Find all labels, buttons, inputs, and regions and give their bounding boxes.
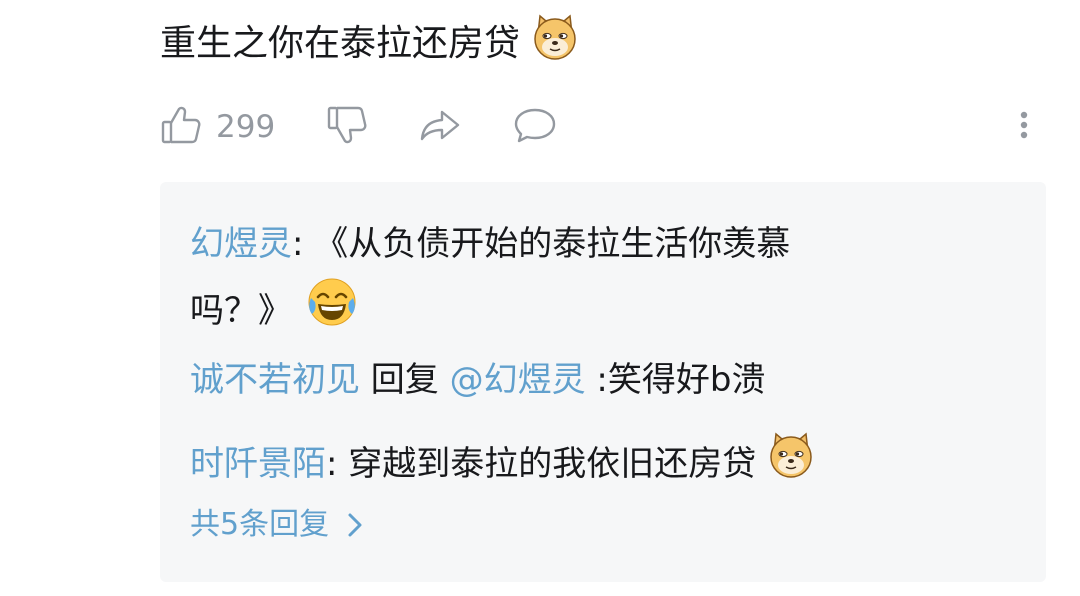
reply-separator: : bbox=[292, 224, 315, 264]
comment-body: 重生之你在泰拉还房贷 bbox=[160, 23, 521, 64]
reply-icon bbox=[512, 104, 558, 150]
reply-text-continued: 吗？》 bbox=[190, 290, 292, 331]
share-icon bbox=[418, 104, 462, 150]
reply-item: 诚不若初见 回复 @幻煜灵 :笑得好b溃 bbox=[190, 352, 765, 408]
reply-item-continued: 吗？》 bbox=[190, 276, 358, 345]
like-count: 299 bbox=[216, 109, 276, 145]
reply-text: :笑得好b溃 bbox=[585, 360, 766, 400]
reply-text: 穿越到泰拉的我依旧还房贷 bbox=[348, 443, 757, 484]
reply-item: 时阡景陌 : 穿越到泰拉的我依旧还房贷 bbox=[190, 430, 816, 497]
action-bar: 299 bbox=[160, 98, 1040, 156]
reply-word: 回复 bbox=[360, 360, 450, 400]
doge-emoji-icon bbox=[530, 12, 580, 76]
comment-text: 重生之你在泰拉还房贷 bbox=[160, 12, 580, 76]
dislike-button[interactable] bbox=[326, 98, 368, 156]
view-all-replies-link[interactable]: 共5条回复 bbox=[190, 500, 365, 550]
like-button[interactable]: 299 bbox=[160, 98, 275, 156]
view-all-replies-label: 共5条回复 bbox=[190, 507, 330, 542]
reply-mention[interactable]: @幻煜灵 bbox=[450, 352, 586, 408]
doge-emoji-icon bbox=[766, 430, 816, 497]
thumb-up-icon bbox=[160, 104, 202, 150]
share-button[interactable] bbox=[418, 98, 462, 156]
reply-item: 幻煜灵 : 《从负债开始的泰拉生活你羡慕 bbox=[190, 216, 790, 272]
reply-username[interactable]: 幻煜灵 bbox=[190, 216, 292, 272]
reply-username[interactable]: 诚不若初见 bbox=[190, 352, 360, 408]
reply-username[interactable]: 时阡景陌 bbox=[190, 436, 326, 492]
thumb-down-icon bbox=[326, 104, 368, 150]
chevron-right-icon bbox=[345, 510, 365, 540]
reply-separator: : bbox=[326, 443, 349, 484]
reply-text: 《从负债开始的泰拉生活你羡慕 bbox=[314, 224, 791, 264]
laughing-tears-icon bbox=[306, 276, 358, 345]
reply-preview-box: 幻煜灵 : 《从负债开始的泰拉生活你羡慕 吗？》 诚不若初见 回复 @幻煜灵 :… bbox=[160, 182, 1046, 582]
more-icon bbox=[1012, 104, 1036, 150]
reply-button[interactable] bbox=[512, 98, 558, 156]
more-options-button[interactable] bbox=[1012, 98, 1036, 156]
